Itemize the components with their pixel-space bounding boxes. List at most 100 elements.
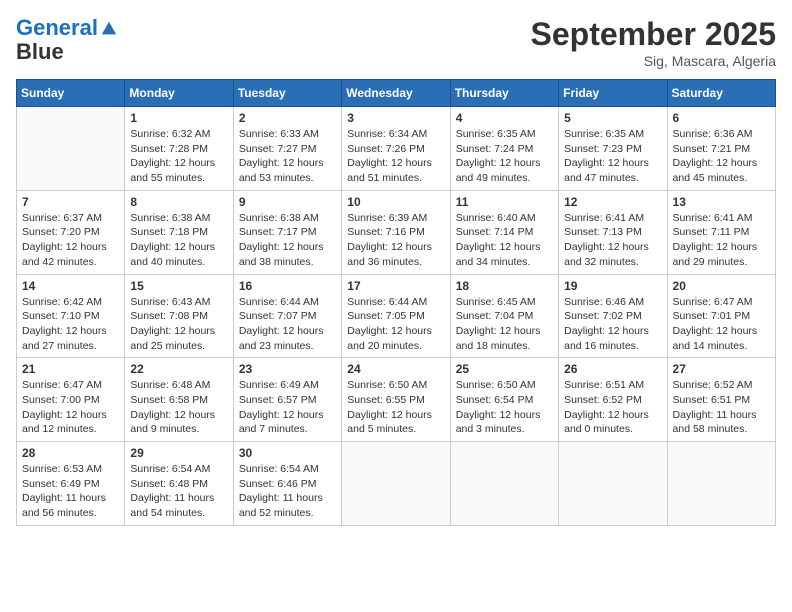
day-number: 10: [347, 195, 444, 209]
day-detail: Sunrise: 6:35 AMSunset: 7:24 PMDaylight:…: [456, 127, 553, 186]
day-detail: Sunrise: 6:44 AMSunset: 7:07 PMDaylight:…: [239, 295, 336, 354]
day-detail: Sunrise: 6:33 AMSunset: 7:27 PMDaylight:…: [239, 127, 336, 186]
day-detail: Sunrise: 6:43 AMSunset: 7:08 PMDaylight:…: [130, 295, 227, 354]
day-number: 2: [239, 111, 336, 125]
calendar-day: [342, 442, 450, 526]
calendar-day: 10 Sunrise: 6:39 AMSunset: 7:16 PMDaylig…: [342, 190, 450, 274]
calendar-day: 6 Sunrise: 6:36 AMSunset: 7:21 PMDayligh…: [667, 107, 775, 191]
day-number: 25: [456, 362, 553, 376]
logo: GeneralBlue: [16, 16, 118, 64]
calendar-table: SundayMondayTuesdayWednesdayThursdayFrid…: [16, 79, 776, 526]
calendar-week: 14 Sunrise: 6:42 AMSunset: 7:10 PMDaylig…: [17, 274, 776, 358]
day-detail: Sunrise: 6:51 AMSunset: 6:52 PMDaylight:…: [564, 378, 661, 437]
calendar-day: 19 Sunrise: 6:46 AMSunset: 7:02 PMDaylig…: [559, 274, 667, 358]
calendar-day: 7 Sunrise: 6:37 AMSunset: 7:20 PMDayligh…: [17, 190, 125, 274]
day-number: 30: [239, 446, 336, 460]
calendar-day: 5 Sunrise: 6:35 AMSunset: 7:23 PMDayligh…: [559, 107, 667, 191]
calendar-day: [450, 442, 558, 526]
day-number: 16: [239, 279, 336, 293]
calendar-day: 16 Sunrise: 6:44 AMSunset: 7:07 PMDaylig…: [233, 274, 341, 358]
day-number: 23: [239, 362, 336, 376]
day-detail: Sunrise: 6:41 AMSunset: 7:13 PMDaylight:…: [564, 211, 661, 270]
calendar-day: 28 Sunrise: 6:53 AMSunset: 6:49 PMDaylig…: [17, 442, 125, 526]
day-detail: Sunrise: 6:39 AMSunset: 7:16 PMDaylight:…: [347, 211, 444, 270]
calendar-day: 11 Sunrise: 6:40 AMSunset: 7:14 PMDaylig…: [450, 190, 558, 274]
logo-text: GeneralBlue: [16, 16, 118, 64]
day-detail: Sunrise: 6:44 AMSunset: 7:05 PMDaylight:…: [347, 295, 444, 354]
day-number: 29: [130, 446, 227, 460]
day-number: 18: [456, 279, 553, 293]
calendar-week: 7 Sunrise: 6:37 AMSunset: 7:20 PMDayligh…: [17, 190, 776, 274]
day-detail: Sunrise: 6:49 AMSunset: 6:57 PMDaylight:…: [239, 378, 336, 437]
day-of-week-row: SundayMondayTuesdayWednesdayThursdayFrid…: [17, 80, 776, 107]
calendar-week: 1 Sunrise: 6:32 AMSunset: 7:28 PMDayligh…: [17, 107, 776, 191]
day-detail: Sunrise: 6:50 AMSunset: 6:54 PMDaylight:…: [456, 378, 553, 437]
calendar-day: 29 Sunrise: 6:54 AMSunset: 6:48 PMDaylig…: [125, 442, 233, 526]
day-number: 7: [22, 195, 119, 209]
day-number: 12: [564, 195, 661, 209]
dow-header: Thursday: [450, 80, 558, 107]
day-number: 21: [22, 362, 119, 376]
calendar-day: 8 Sunrise: 6:38 AMSunset: 7:18 PMDayligh…: [125, 190, 233, 274]
calendar-day: 13 Sunrise: 6:41 AMSunset: 7:11 PMDaylig…: [667, 190, 775, 274]
calendar-day: 26 Sunrise: 6:51 AMSunset: 6:52 PMDaylig…: [559, 358, 667, 442]
day-detail: Sunrise: 6:34 AMSunset: 7:26 PMDaylight:…: [347, 127, 444, 186]
location: Sig, Mascara, Algeria: [531, 53, 776, 69]
day-detail: Sunrise: 6:42 AMSunset: 7:10 PMDaylight:…: [22, 295, 119, 354]
day-number: 17: [347, 279, 444, 293]
day-number: 5: [564, 111, 661, 125]
calendar-day: 14 Sunrise: 6:42 AMSunset: 7:10 PMDaylig…: [17, 274, 125, 358]
day-detail: Sunrise: 6:45 AMSunset: 7:04 PMDaylight:…: [456, 295, 553, 354]
calendar-day: 4 Sunrise: 6:35 AMSunset: 7:24 PMDayligh…: [450, 107, 558, 191]
calendar-body: 1 Sunrise: 6:32 AMSunset: 7:28 PMDayligh…: [17, 107, 776, 526]
day-detail: Sunrise: 6:47 AMSunset: 7:01 PMDaylight:…: [673, 295, 770, 354]
day-number: 20: [673, 279, 770, 293]
calendar-day: [559, 442, 667, 526]
day-detail: Sunrise: 6:54 AMSunset: 6:48 PMDaylight:…: [130, 462, 227, 521]
day-number: 28: [22, 446, 119, 460]
calendar-day: 20 Sunrise: 6:47 AMSunset: 7:01 PMDaylig…: [667, 274, 775, 358]
calendar-day: 3 Sunrise: 6:34 AMSunset: 7:26 PMDayligh…: [342, 107, 450, 191]
calendar-day: 12 Sunrise: 6:41 AMSunset: 7:13 PMDaylig…: [559, 190, 667, 274]
page-header: GeneralBlue September 2025 Sig, Mascara,…: [16, 16, 776, 69]
calendar-day: 18 Sunrise: 6:45 AMSunset: 7:04 PMDaylig…: [450, 274, 558, 358]
calendar-day: 27 Sunrise: 6:52 AMSunset: 6:51 PMDaylig…: [667, 358, 775, 442]
day-number: 9: [239, 195, 336, 209]
calendar-week: 28 Sunrise: 6:53 AMSunset: 6:49 PMDaylig…: [17, 442, 776, 526]
day-number: 11: [456, 195, 553, 209]
day-detail: Sunrise: 6:50 AMSunset: 6:55 PMDaylight:…: [347, 378, 444, 437]
day-number: 13: [673, 195, 770, 209]
dow-header: Wednesday: [342, 80, 450, 107]
day-number: 3: [347, 111, 444, 125]
day-number: 4: [456, 111, 553, 125]
calendar-day: 23 Sunrise: 6:49 AMSunset: 6:57 PMDaylig…: [233, 358, 341, 442]
dow-header: Friday: [559, 80, 667, 107]
day-detail: Sunrise: 6:35 AMSunset: 7:23 PMDaylight:…: [564, 127, 661, 186]
day-number: 24: [347, 362, 444, 376]
calendar-day: 17 Sunrise: 6:44 AMSunset: 7:05 PMDaylig…: [342, 274, 450, 358]
day-number: 8: [130, 195, 227, 209]
calendar-day: [667, 442, 775, 526]
calendar-day: 15 Sunrise: 6:43 AMSunset: 7:08 PMDaylig…: [125, 274, 233, 358]
day-detail: Sunrise: 6:40 AMSunset: 7:14 PMDaylight:…: [456, 211, 553, 270]
calendar-day: 25 Sunrise: 6:50 AMSunset: 6:54 PMDaylig…: [450, 358, 558, 442]
calendar-day: 2 Sunrise: 6:33 AMSunset: 7:27 PMDayligh…: [233, 107, 341, 191]
month-title: September 2025: [531, 16, 776, 53]
day-detail: Sunrise: 6:41 AMSunset: 7:11 PMDaylight:…: [673, 211, 770, 270]
calendar-week: 21 Sunrise: 6:47 AMSunset: 7:00 PMDaylig…: [17, 358, 776, 442]
calendar-day: 1 Sunrise: 6:32 AMSunset: 7:28 PMDayligh…: [125, 107, 233, 191]
day-detail: Sunrise: 6:52 AMSunset: 6:51 PMDaylight:…: [673, 378, 770, 437]
day-detail: Sunrise: 6:38 AMSunset: 7:17 PMDaylight:…: [239, 211, 336, 270]
day-detail: Sunrise: 6:38 AMSunset: 7:18 PMDaylight:…: [130, 211, 227, 270]
day-number: 1: [130, 111, 227, 125]
day-detail: Sunrise: 6:32 AMSunset: 7:28 PMDaylight:…: [130, 127, 227, 186]
day-number: 22: [130, 362, 227, 376]
calendar-day: 30 Sunrise: 6:54 AMSunset: 6:46 PMDaylig…: [233, 442, 341, 526]
title-block: September 2025 Sig, Mascara, Algeria: [531, 16, 776, 69]
calendar-day: [17, 107, 125, 191]
calendar-day: 22 Sunrise: 6:48 AMSunset: 6:58 PMDaylig…: [125, 358, 233, 442]
day-detail: Sunrise: 6:54 AMSunset: 6:46 PMDaylight:…: [239, 462, 336, 521]
day-detail: Sunrise: 6:36 AMSunset: 7:21 PMDaylight:…: [673, 127, 770, 186]
day-detail: Sunrise: 6:37 AMSunset: 7:20 PMDaylight:…: [22, 211, 119, 270]
calendar-day: 21 Sunrise: 6:47 AMSunset: 7:00 PMDaylig…: [17, 358, 125, 442]
